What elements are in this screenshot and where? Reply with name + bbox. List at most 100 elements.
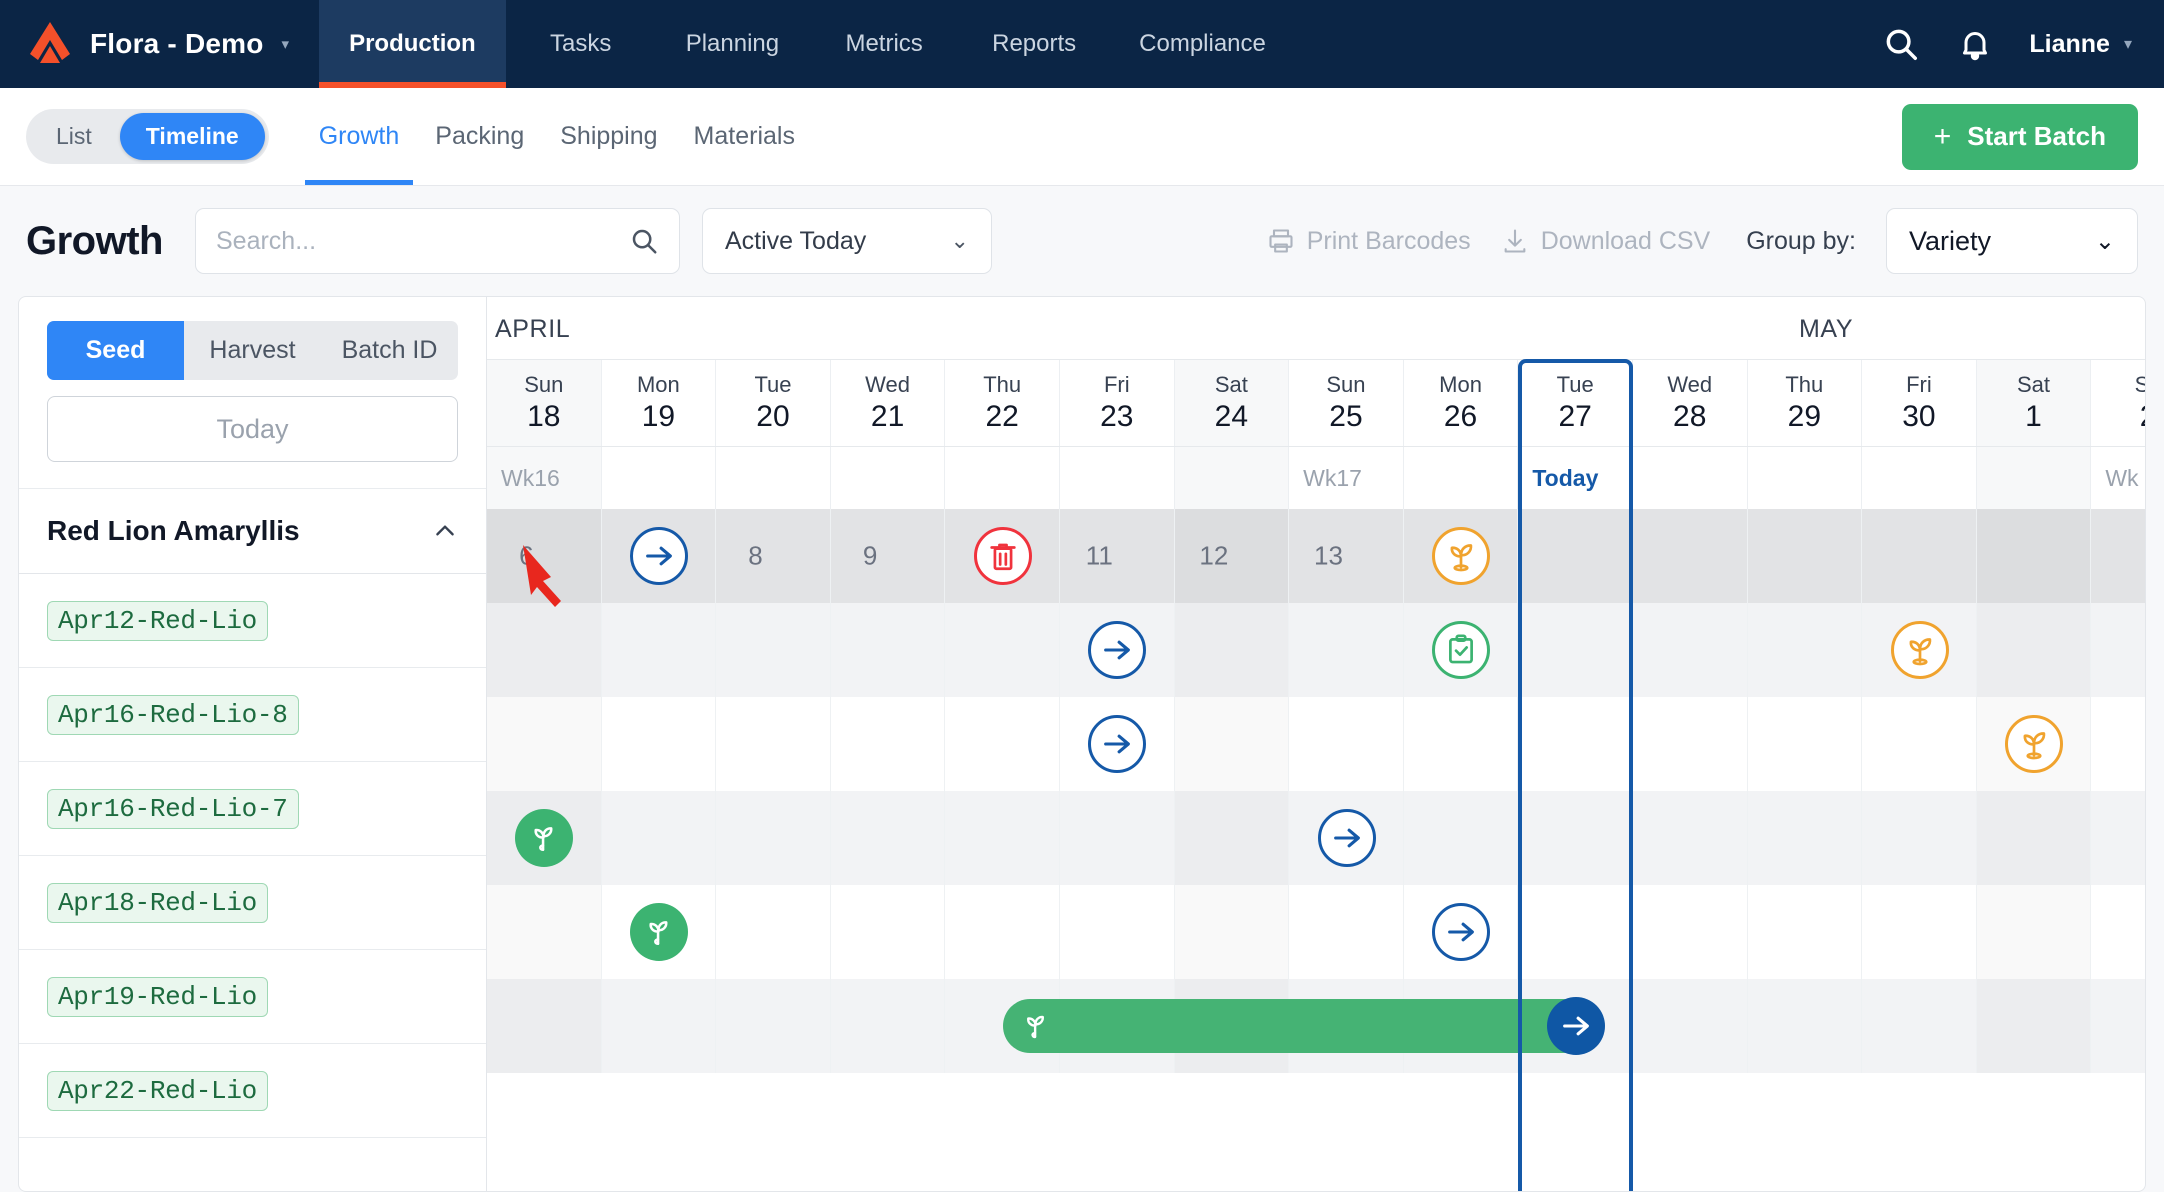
- timeline-cell[interactable]: [831, 791, 946, 885]
- seedling-marker[interactable]: [1890, 621, 1949, 679]
- mode-harvest[interactable]: Harvest: [184, 321, 321, 380]
- timeline-cell[interactable]: [1404, 697, 1519, 791]
- timeline-cell[interactable]: [1518, 697, 1633, 791]
- move-forward-arrow-marker[interactable]: [1088, 621, 1147, 679]
- batch-list-item[interactable]: Apr22-Red-Lio: [19, 1044, 486, 1138]
- timeline-cell[interactable]: [831, 603, 946, 697]
- tab-materials[interactable]: Materials: [680, 88, 809, 185]
- move-forward-arrow-marker[interactable]: [1546, 997, 1605, 1055]
- timeline-cell[interactable]: [487, 697, 602, 791]
- search-icon[interactable]: [629, 226, 659, 256]
- timeline-cell[interactable]: [1633, 509, 1748, 603]
- chevron-down-icon[interactable]: ▾: [282, 35, 290, 53]
- timeline-cell[interactable]: [1748, 509, 1863, 603]
- timeline-cell[interactable]: [1518, 885, 1633, 979]
- day-column-header[interactable]: Thu 22: [945, 360, 1060, 446]
- timeline-cell[interactable]: [1748, 791, 1863, 885]
- timeline-cell[interactable]: [487, 603, 602, 697]
- timeline-row[interactable]: [487, 885, 2145, 979]
- timeline-cell[interactable]: [1633, 697, 1748, 791]
- day-column-header[interactable]: Sat 24: [1174, 360, 1290, 446]
- timeline-cell[interactable]: [2091, 885, 2145, 979]
- day-column-header[interactable]: Mon 26: [1404, 360, 1519, 446]
- timeline-cell[interactable]: [602, 979, 717, 1073]
- day-column-header[interactable]: Thu 29: [1748, 360, 1863, 446]
- timeline-cell[interactable]: [1748, 885, 1863, 979]
- timeline-cell[interactable]: [1977, 603, 2092, 697]
- day-column-header[interactable]: Sun 25: [1289, 360, 1404, 446]
- variety-group-header[interactable]: Red Lion Amaryllis: [19, 489, 486, 574]
- download-csv-button[interactable]: Download CSV: [1501, 227, 1710, 256]
- timeline-cell[interactable]: [1175, 603, 1290, 697]
- timeline-cell[interactable]: [1633, 979, 1748, 1073]
- today-button[interactable]: Today: [47, 396, 458, 462]
- view-toggle-list[interactable]: List: [30, 113, 118, 160]
- timeline-cell[interactable]: [716, 697, 831, 791]
- move-forward-arrow-marker[interactable]: [1432, 903, 1491, 961]
- timeline-cell[interactable]: [1175, 697, 1290, 791]
- day-column-header[interactable]: Wed 28: [1633, 360, 1748, 446]
- batch-list-item[interactable]: Apr12-Red-Lio: [19, 574, 486, 668]
- delete-trash-marker[interactable]: [973, 527, 1032, 585]
- timeline-row[interactable]: [487, 791, 2145, 885]
- timeline-cell[interactable]: [1289, 697, 1404, 791]
- timeline-cell[interactable]: [2091, 791, 2145, 885]
- move-forward-arrow-marker[interactable]: [629, 527, 688, 585]
- user-menu[interactable]: Lianne ▾: [2029, 30, 2132, 59]
- mode-seed[interactable]: Seed: [47, 321, 184, 380]
- seedling-marker[interactable]: [1432, 527, 1491, 585]
- batch-list-item[interactable]: Apr16-Red-Lio-7: [19, 762, 486, 856]
- timeline-cell[interactable]: [1862, 509, 1977, 603]
- timeline-cell[interactable]: [945, 791, 1060, 885]
- timeline-cell[interactable]: [1518, 603, 1633, 697]
- move-forward-arrow-marker[interactable]: [1317, 809, 1376, 867]
- timeline-cell[interactable]: [1289, 885, 1404, 979]
- timeline-cell[interactable]: [945, 603, 1060, 697]
- batch-list-item[interactable]: Apr18-Red-Lio: [19, 856, 486, 950]
- nav-item-compliance[interactable]: Compliance: [1109, 0, 1296, 88]
- timeline-row[interactable]: [487, 979, 2145, 1073]
- day-column-header[interactable]: Sun 18: [487, 360, 602, 446]
- timeline-cell[interactable]: [1862, 697, 1977, 791]
- search-field-wrapper[interactable]: [194, 208, 680, 274]
- timeline-cell[interactable]: [487, 885, 602, 979]
- timeline-cell[interactable]: [1289, 603, 1404, 697]
- group-by-select[interactable]: Variety ⌄: [1886, 208, 2138, 274]
- timeline-cell[interactable]: [1862, 885, 1977, 979]
- timeline-cell[interactable]: [2091, 603, 2145, 697]
- timeline-cell[interactable]: [1060, 885, 1175, 979]
- timeline-cell[interactable]: [487, 979, 602, 1073]
- timeline-cell[interactable]: [602, 603, 717, 697]
- notification-bell-icon[interactable]: [1955, 24, 1995, 64]
- timeline-cell[interactable]: [1862, 979, 1977, 1073]
- timeline-row[interactable]: [487, 697, 2145, 791]
- timeline-cell[interactable]: [1748, 697, 1863, 791]
- timeline-cell[interactable]: [1060, 791, 1175, 885]
- mode-batch-id[interactable]: Batch ID: [321, 321, 458, 380]
- timeline-cell[interactable]: [602, 791, 717, 885]
- tab-packing[interactable]: Packing: [421, 88, 538, 185]
- move-forward-arrow-marker[interactable]: [1088, 715, 1147, 773]
- timeline-cell[interactable]: [487, 509, 602, 603]
- timeline-cell[interactable]: [2091, 697, 2145, 791]
- growth-duration-bar[interactable]: [1002, 999, 1590, 1053]
- timeline-cell[interactable]: [1748, 603, 1863, 697]
- timeline-cell[interactable]: [716, 885, 831, 979]
- day-column-header[interactable]: Tue 27: [1518, 360, 1633, 446]
- timeline-cell[interactable]: [1633, 885, 1748, 979]
- timeline-cell[interactable]: [716, 603, 831, 697]
- day-column-header[interactable]: Sat 1: [1976, 360, 2092, 446]
- timeline-cell[interactable]: [1175, 791, 1290, 885]
- timeline-cell[interactable]: [1977, 791, 2092, 885]
- brand-home-link[interactable]: Flora - Demo ▾: [0, 0, 319, 88]
- timeline-cell[interactable]: [1862, 791, 1977, 885]
- seedling-marker[interactable]: [2005, 715, 2064, 773]
- task-clipboard-check-marker[interactable]: [1432, 621, 1491, 679]
- tab-growth[interactable]: Growth: [304, 88, 414, 185]
- timeline-cell[interactable]: [1977, 509, 2092, 603]
- batch-list-item[interactable]: Apr16-Red-Lio-8: [19, 668, 486, 762]
- day-column-header[interactable]: Fri 30: [1862, 360, 1977, 446]
- timeline-row[interactable]: 6 8 9 11 12 13: [487, 509, 2145, 603]
- timeline-cell[interactable]: [716, 979, 831, 1073]
- day-column-header[interactable]: Fri 23: [1060, 360, 1175, 446]
